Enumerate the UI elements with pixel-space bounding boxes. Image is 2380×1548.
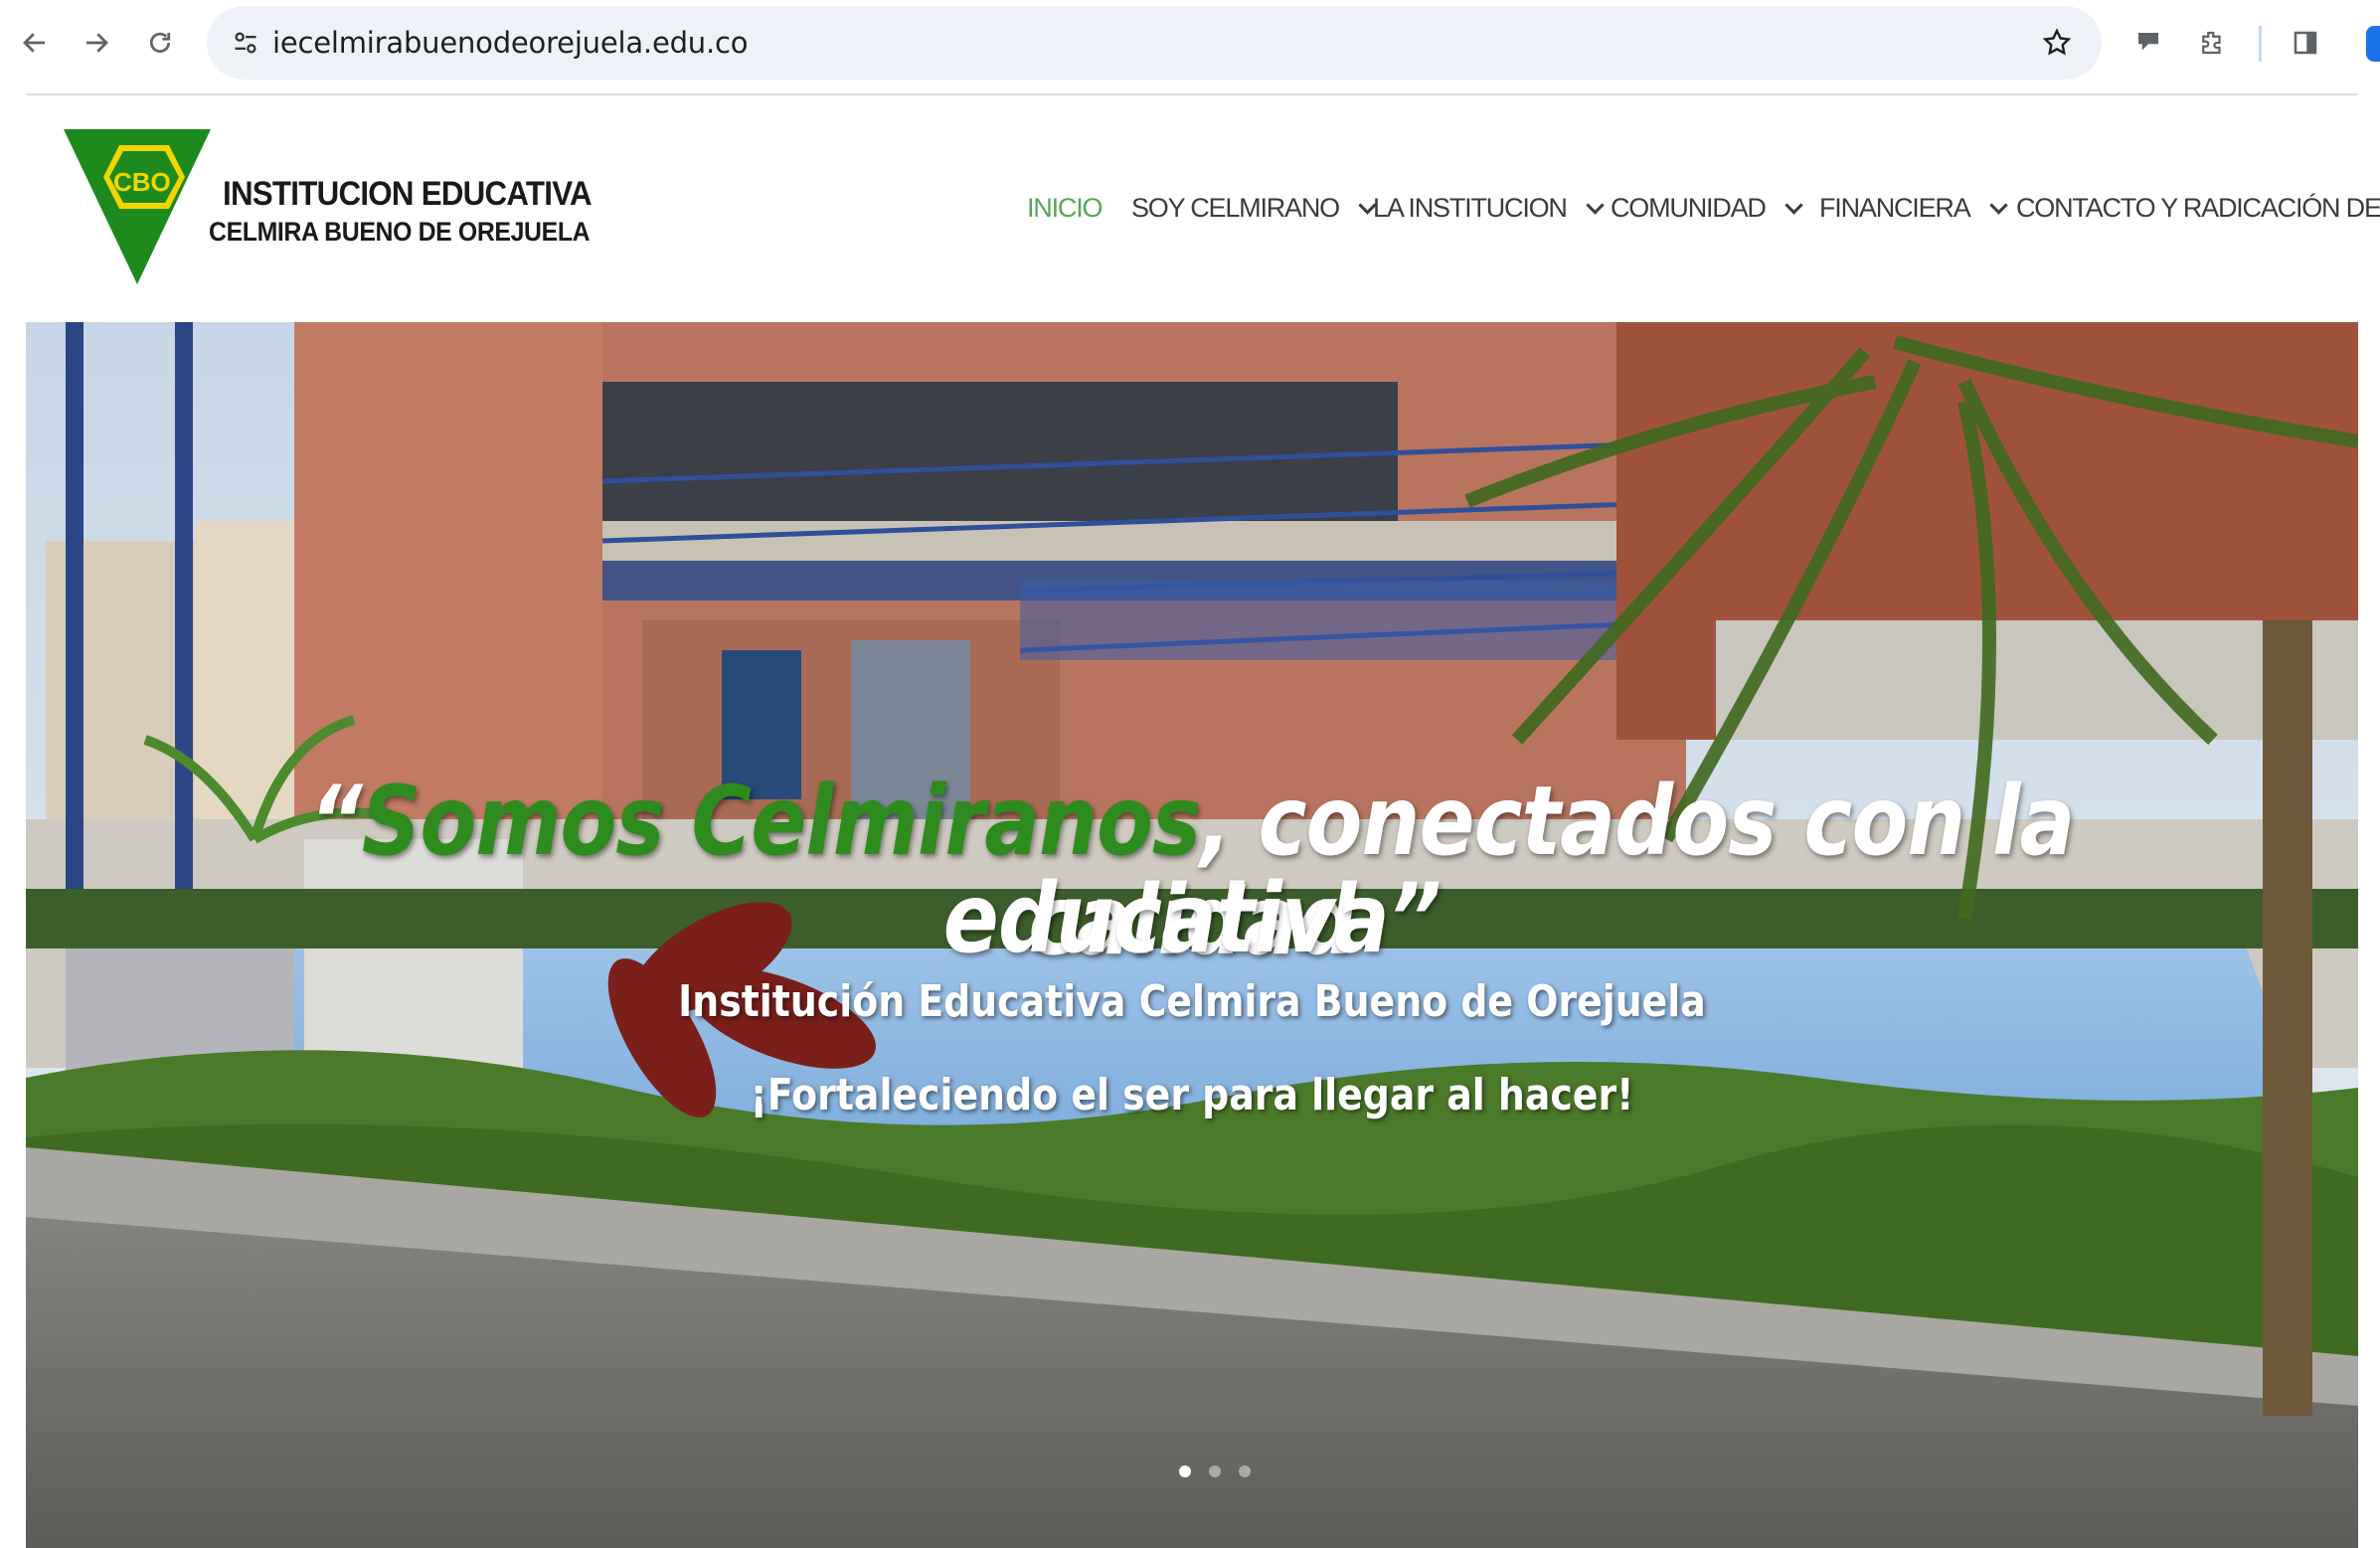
menu-item-la-institucion[interactable]: LA INSTITUCION (1373, 193, 1605, 224)
browser-toolbar: iecelmirabuenodeorejuela.edu.co (0, 0, 2380, 91)
side-panel-icon[interactable] (2283, 20, 2328, 66)
menu-item-inicio[interactable]: INICIO (1027, 193, 1104, 224)
slide-dot-3[interactable] (1239, 1465, 1251, 1477)
toolbar-divider (2259, 26, 2262, 62)
forward-arrow-icon[interactable] (74, 20, 119, 66)
menu-item-comunidad[interactable]: COMUNIDAD (1611, 193, 1803, 224)
bookmark-star-icon[interactable] (2034, 20, 2080, 66)
hero-quote-highlight: Somos Celmiranos (361, 766, 1201, 877)
chevron-down-icon (1785, 196, 1803, 215)
hero-quote-line2: educativa” (942, 863, 1442, 974)
puzzle-extensions-icon[interactable] (2189, 20, 2235, 66)
profile-edge[interactable] (2366, 26, 2380, 62)
site-settings-icon[interactable] (223, 20, 268, 66)
hero-slider[interactable]: “Somos Celmiranos, conectados con la cal… (26, 322, 2358, 1548)
slide-dot-1[interactable] (1179, 1465, 1191, 1477)
back-arrow-icon[interactable] (12, 20, 58, 66)
menu-item-soy-celmirano[interactable]: SOY CELMIRANO (1131, 193, 1377, 224)
hero-motto: ¡Fortaleciendo el ser para llegar al hac… (750, 1070, 1634, 1120)
slider-pagination (1179, 1465, 1251, 1477)
site-header: CBO INSTITUCION EDUCATIVA CELMIRA BUENO … (26, 95, 2380, 322)
extension-icon[interactable] (2125, 20, 2171, 66)
reload-icon[interactable] (137, 20, 183, 66)
url-text[interactable]: iecelmirabuenodeorejuela.edu.co (272, 6, 748, 80)
chevron-down-icon (1988, 196, 2008, 215)
chevron-down-icon (1586, 196, 1605, 215)
menu-item-contacto-pqr[interactable]: CONTACTO Y RADICACIÓN DE PQR (2016, 193, 2380, 224)
slide-dot-2[interactable] (1209, 1465, 1221, 1477)
main-menu: INICIO SOY CELMIRANO LA INSTITUCION COMU… (26, 193, 2380, 229)
menu-item-financiera[interactable]: FINANCIERA (1819, 193, 2008, 224)
address-bar[interactable]: iecelmirabuenodeorejuela.edu.co (207, 6, 2102, 80)
hero-subtitle: Institución Educativa Celmira Bueno de O… (678, 976, 1706, 1027)
